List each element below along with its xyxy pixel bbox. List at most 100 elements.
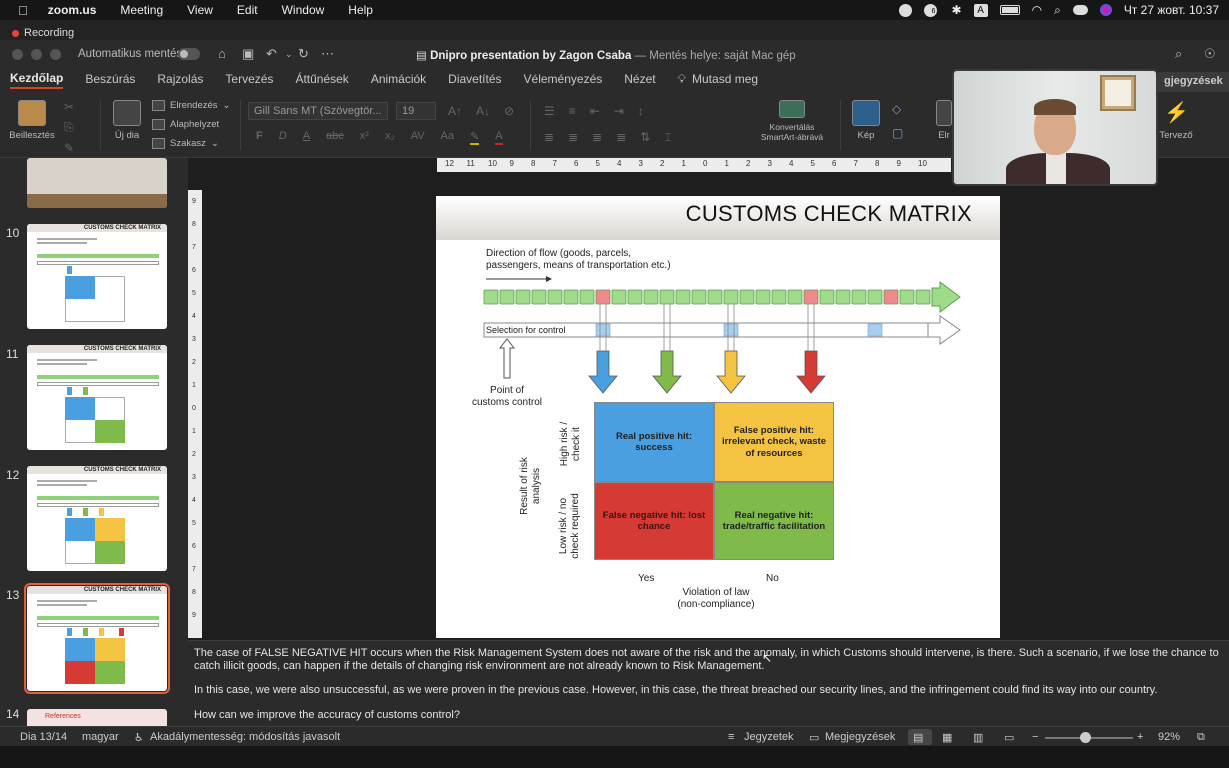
save-icon[interactable]: ▣ — [242, 46, 254, 62]
text-direction-icon[interactable]: ⇅ — [640, 130, 650, 145]
accessibility-icon[interactable]: ♿︎ — [134, 731, 144, 744]
layout-button[interactable]: Elrendezés ⌄ — [152, 100, 231, 111]
menu-edit[interactable]: Edit — [237, 3, 258, 17]
copy-icon[interactable]: ⎘ — [64, 120, 74, 135]
point-of-control-label[interactable]: Point of customs control — [466, 385, 548, 409]
undo-icon[interactable]: ↶ — [266, 46, 277, 62]
highlight-icon[interactable]: ✎ — [470, 130, 480, 145]
comments-tab-label[interactable]: gjegyzések — [1158, 72, 1229, 92]
reset-button[interactable]: Alaphelyzet — [152, 119, 219, 130]
tab-review[interactable]: Véleményezés — [524, 72, 603, 88]
align-left-icon[interactable]: ≣ — [544, 130, 554, 145]
notes-icon[interactable]: ≡ — [728, 731, 734, 743]
increase-indent-icon[interactable]: ⇥ — [614, 104, 624, 118]
underline-icon[interactable]: A — [303, 130, 310, 145]
creative-cloud-icon[interactable]: 6 — [923, 3, 940, 17]
more-icon[interactable]: ⋯ — [321, 46, 334, 62]
menu-meeting[interactable]: Meeting — [120, 3, 163, 17]
slide-thumbnail-13[interactable]: CUSTOMS CHECK MATRIX — [24, 583, 170, 694]
menu-view[interactable]: View — [187, 3, 213, 17]
redo-icon[interactable]: ↻ — [298, 46, 309, 62]
subscript-icon[interactable]: x₂ — [385, 130, 395, 145]
zoom-out-button[interactable]: − — [1032, 731, 1038, 743]
justify-icon[interactable]: ≣ — [616, 130, 626, 145]
decrease-indent-icon[interactable]: ⇤ — [590, 104, 600, 118]
fit-to-window-icon[interactable]: ⧉ — [1197, 731, 1205, 744]
change-case-icon[interactable]: Aa — [441, 130, 454, 145]
menu-window[interactable]: Window — [282, 3, 325, 17]
grow-font-icon[interactable]: A↑ — [448, 104, 462, 118]
paste-button[interactable]: Beillesztés — [8, 100, 56, 141]
font-color-icon[interactable]: A — [495, 130, 503, 145]
textbox-icon[interactable]: ▢ — [892, 126, 903, 140]
battery-icon[interactable] — [999, 5, 1020, 15]
convert-smartart-button[interactable]: Konvertálás SmartArt-ábrává — [752, 100, 832, 142]
input-source-icon[interactable]: A — [973, 3, 988, 17]
shapes-icon[interactable]: ◇ — [892, 102, 903, 116]
menu-app-name[interactable]: zoom.us — [48, 3, 97, 17]
matrix-cell-false-positive[interactable]: False positive hit: irrelevant check, wa… — [714, 402, 834, 482]
clear-format-icon[interactable]: ⊘ — [504, 104, 514, 118]
tab-design[interactable]: Tervezés — [225, 72, 273, 88]
align-center-icon[interactable]: ≣ — [568, 130, 578, 145]
picture-button[interactable]: Kép — [848, 100, 884, 141]
x-label-no[interactable]: No — [766, 573, 779, 585]
align-right-icon[interactable]: ≣ — [592, 130, 602, 145]
minimize-window-button[interactable] — [31, 49, 42, 60]
comments-icon[interactable]: ▭ — [809, 731, 819, 744]
slide-thumbnail-14[interactable]: References — [27, 709, 167, 726]
slide-thumbnail-10[interactable]: CUSTOMS CHECK MATRIX — [27, 224, 167, 329]
zoom-level[interactable]: 92% — [1158, 731, 1180, 743]
autosave-toggle[interactable] — [178, 48, 200, 60]
x-label-yes[interactable]: Yes — [638, 573, 654, 585]
zoom-in-button[interactable]: + — [1137, 731, 1143, 743]
current-slide[interactable]: CUSTOMS CHECK MATRIX Direction of flow (… — [436, 196, 1000, 638]
share-icon[interactable]: ☉ — [1204, 46, 1216, 62]
slide-sorter-icon[interactable]: ▦ — [942, 731, 952, 744]
accessibility-status[interactable]: Akadálymentesség: módosítás javasolt — [150, 731, 340, 743]
tab-transitions[interactable]: Áttűnések — [295, 72, 348, 88]
apple-icon[interactable]:  — [18, 3, 28, 18]
tab-view[interactable]: Nézet — [624, 72, 655, 88]
tab-insert[interactable]: Beszúrás — [85, 72, 135, 88]
section-button[interactable]: Szakasz ⌄ — [152, 138, 219, 149]
video-participant[interactable] — [952, 69, 1158, 186]
wifi-icon[interactable]: ◠ — [1032, 3, 1042, 17]
slide-thumbnail-9[interactable] — [27, 158, 167, 208]
slide-thumbnails-panel[interactable]: 10 CUSTOMS CHECK MATRIX 11 CUSTOMS CHECK MA… — [0, 158, 188, 726]
reading-view-icon[interactable]: ▥ — [973, 731, 983, 744]
home-icon[interactable]: ⌂ — [218, 46, 226, 61]
char-spacing-icon[interactable]: AV — [411, 130, 425, 145]
bluetooth-icon[interactable]: ✱ — [952, 3, 962, 17]
font-size-box[interactable]: 19 — [396, 102, 436, 120]
slide-thumbnail-12[interactable]: CUSTOMS CHECK MATRIX — [27, 466, 167, 571]
y-label-high-risk[interactable]: High risk / check it — [559, 404, 583, 484]
superscript-icon[interactable]: x² — [360, 130, 369, 145]
close-window-button[interactable] — [12, 49, 23, 60]
normal-view-icon[interactable]: ▤ — [913, 731, 923, 744]
y-label-low-risk[interactable]: Low risk / no check required — [558, 476, 582, 576]
speaker-notes[interactable]: The case of FALSE NEGATIVE HIT occurs wh… — [188, 640, 1229, 726]
zoom-slider-handle[interactable] — [1080, 732, 1091, 743]
tell-me-box[interactable]: 💡︎ Mutasd meg — [678, 72, 758, 89]
matrix-cell-real-negative[interactable]: Real negative hit: trade/traffic facilit… — [714, 482, 834, 560]
search-icon[interactable]: ⌕ — [1175, 46, 1182, 62]
slide-thumbnail-11[interactable]: CUSTOMS CHECK MATRIX — [27, 345, 167, 450]
numbering-icon[interactable]: ≡ — [569, 104, 576, 118]
menubar-datetime[interactable]: Чт 27 жовт. 10:37 — [1124, 3, 1219, 17]
matrix-cell-real-positive[interactable]: Real positive hit: success — [594, 402, 714, 482]
tab-animations[interactable]: Animációk — [371, 72, 426, 88]
cut-icon[interactable]: ✂ — [64, 100, 74, 114]
language-indicator[interactable]: magyar — [82, 731, 119, 743]
bold-icon[interactable]: F — [256, 130, 263, 145]
italic-icon[interactable]: D — [279, 130, 287, 145]
bullets-icon[interactable]: ☰ — [544, 104, 555, 118]
vertical-ruler[interactable]: 9 8 7 6 5 4 3 2 1 0 1 2 3 4 5 6 7 8 9 — [188, 190, 202, 638]
undo-dropdown-icon[interactable]: ⌄ — [285, 49, 293, 60]
notes-button[interactable]: Jegyzetek — [744, 731, 794, 743]
slideshow-icon[interactable]: ▭ — [1004, 731, 1014, 744]
font-name-box[interactable]: Gill Sans MT (Szövegtör... — [248, 102, 388, 120]
designer-button[interactable]: ⚡ Tervező — [1156, 100, 1196, 141]
selection-label[interactable]: Selection for control — [486, 324, 566, 336]
matrix-cell-false-negative[interactable]: False negative hit: lost chance — [594, 482, 714, 560]
